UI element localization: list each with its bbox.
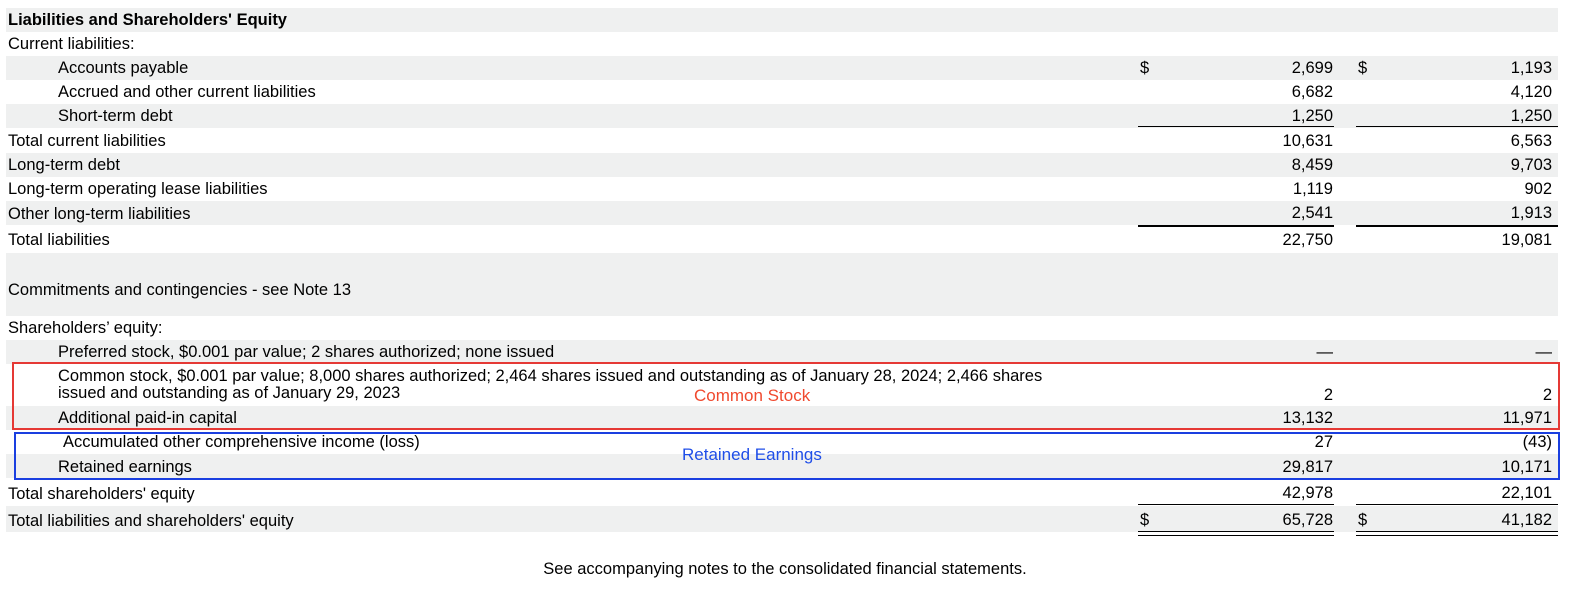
double-underline <box>1138 531 1334 536</box>
table-row: Other long-term liabilities 2,541 1,913 <box>6 201 1558 227</box>
currency-symbol: $ <box>1140 59 1150 77</box>
row-label: Long-term operating lease liabilities <box>8 180 268 198</box>
common-stock-annotation: Common Stock <box>694 386 811 405</box>
currency-symbol: $ <box>1140 511 1150 529</box>
footer-note: See accompanying notes to the consolidat… <box>543 560 1027 578</box>
double-underline <box>1356 531 1558 536</box>
table-row: Total liabilities 22,750 19,081 <box>6 227 1558 253</box>
current-liabilities-heading-row: Current liabilities: <box>6 32 1558 56</box>
section-heading: Liabilities and Shareholders' Equity <box>8 11 287 29</box>
row-label: Commitments and contingencies - see Note… <box>8 281 352 299</box>
table-row: Total shareholders' equity 42,978 22,101 <box>6 480 1558 506</box>
table-row: Preferred stock, $0.001 par value; 2 sha… <box>6 340 1558 364</box>
value-2024: — <box>1316 343 1334 361</box>
retained-earnings-annotation: Retained Earnings <box>682 445 822 464</box>
value-2023: 41,182 <box>1501 511 1552 529</box>
currency-symbol: $ <box>1358 59 1368 77</box>
value-2024: 1,250 <box>1291 107 1333 125</box>
value-2023: 1,913 <box>1510 204 1552 222</box>
current-liabilities-heading: Current liabilities: <box>8 35 135 53</box>
row-label: Total liabilities <box>8 231 110 249</box>
underline <box>1356 126 1558 127</box>
section-heading-row: Liabilities and Shareholders' Equity <box>6 8 1558 32</box>
currency-symbol: $ <box>1358 511 1368 529</box>
row-label: Accounts payable <box>58 59 189 77</box>
value-2024: 1,119 <box>1292 180 1333 198</box>
value-2023: 4,120 <box>1510 83 1552 101</box>
underline <box>1356 504 1558 505</box>
value-2024: 22,750 <box>1282 231 1333 249</box>
row-label: Long-term debt <box>8 156 120 174</box>
value-2024: 42,978 <box>1282 484 1333 502</box>
value-2024: 10,631 <box>1282 132 1333 150</box>
row-label: Total current liabilities <box>8 132 166 150</box>
value-2023: 9,703 <box>1510 156 1552 174</box>
table-row: Long-term operating lease liabilities 1,… <box>6 177 1558 201</box>
row-label: Total liabilities and shareholders' equi… <box>8 512 294 530</box>
value-2024: 2,699 <box>1291 59 1333 77</box>
commitments-row: Commitments and contingencies - see Note… <box>6 253 1558 316</box>
value-2024: 8,459 <box>1291 156 1333 174</box>
underline <box>1138 126 1334 127</box>
value-2023: 1,193 <box>1510 59 1552 77</box>
equity-heading: Shareholders’ equity: <box>8 319 163 337</box>
table-row: Long-term debt 8,459 9,703 <box>6 153 1558 177</box>
row-label: Total shareholders' equity <box>8 485 195 503</box>
row-label: Accrued and other current liabilities <box>58 83 316 101</box>
value-2023: 902 <box>1524 180 1552 198</box>
value-2023: 22,101 <box>1501 484 1552 502</box>
value-2023: 19,081 <box>1501 231 1552 249</box>
table-row: Total current liabilities 10,631 6,563 <box>6 129 1558 153</box>
value-2024: 2,541 <box>1291 204 1333 222</box>
table-row: Short-term debt 1,250 1,250 <box>6 104 1558 128</box>
row-label: Other long-term liabilities <box>8 205 191 223</box>
row-label: Short-term debt <box>58 107 173 125</box>
underline <box>1138 504 1334 505</box>
value-2024: 65,728 <box>1282 511 1333 529</box>
table-row: Accrued and other current liabilities 6,… <box>6 80 1558 104</box>
value-2024: 6,682 <box>1291 83 1333 101</box>
value-2023: 6,563 <box>1510 132 1552 150</box>
value-2023: 1,250 <box>1510 107 1552 125</box>
equity-heading-row: Shareholders’ equity: <box>6 316 1558 340</box>
value-2023: — <box>1535 343 1553 361</box>
table-row: Total liabilities and shareholders' equi… <box>6 506 1558 536</box>
table-row: Accounts payable $ 2,699 $ 1,193 <box>6 56 1558 80</box>
row-label: Preferred stock, $0.001 par value; 2 sha… <box>58 343 555 361</box>
